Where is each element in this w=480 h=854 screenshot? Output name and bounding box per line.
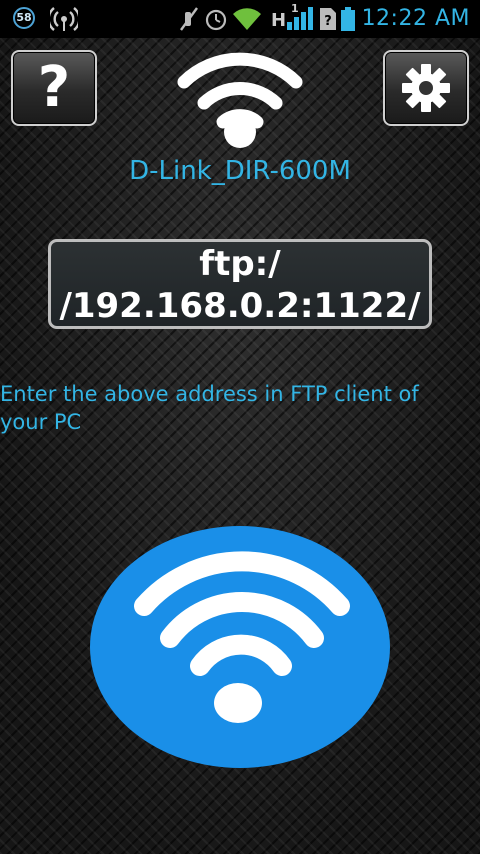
network-type-label: H <box>271 10 287 31</box>
alarm-icon <box>205 9 227 31</box>
signal-badge: 1 <box>291 2 299 15</box>
ftp-address-box: ftp:/ /192.168.0.2:1122/ <box>48 239 432 329</box>
svg-text:?: ? <box>324 14 332 29</box>
battery-icon <box>341 7 355 31</box>
instruction-text: Enter the above address in FTP client of… <box>0 382 419 434</box>
no-sim-icon: ? <box>320 8 336 30</box>
status-bar: 58 H 1 ? 12:22 AM <box>0 0 480 38</box>
notification-badge-icon: 58 <box>13 7 35 29</box>
help-icon: ? <box>37 55 71 120</box>
ftp-address-line-1: ftp:/ <box>199 244 281 284</box>
wifi-status-icon <box>177 52 303 148</box>
wifi-icon <box>233 8 261 30</box>
network-name: D-Link_DIR-600M <box>129 156 351 186</box>
help-button[interactable]: ? <box>11 50 97 126</box>
hotspot-icon <box>50 7 78 31</box>
mute-icon <box>180 7 198 31</box>
settings-button[interactable] <box>383 50 469 126</box>
signal-icon <box>287 7 313 30</box>
toggle-server-button[interactable] <box>90 526 390 768</box>
gear-icon <box>402 64 450 112</box>
clock: 12:22 AM <box>361 6 470 31</box>
ftp-address-line-2: /192.168.0.2:1122/ <box>59 286 421 326</box>
